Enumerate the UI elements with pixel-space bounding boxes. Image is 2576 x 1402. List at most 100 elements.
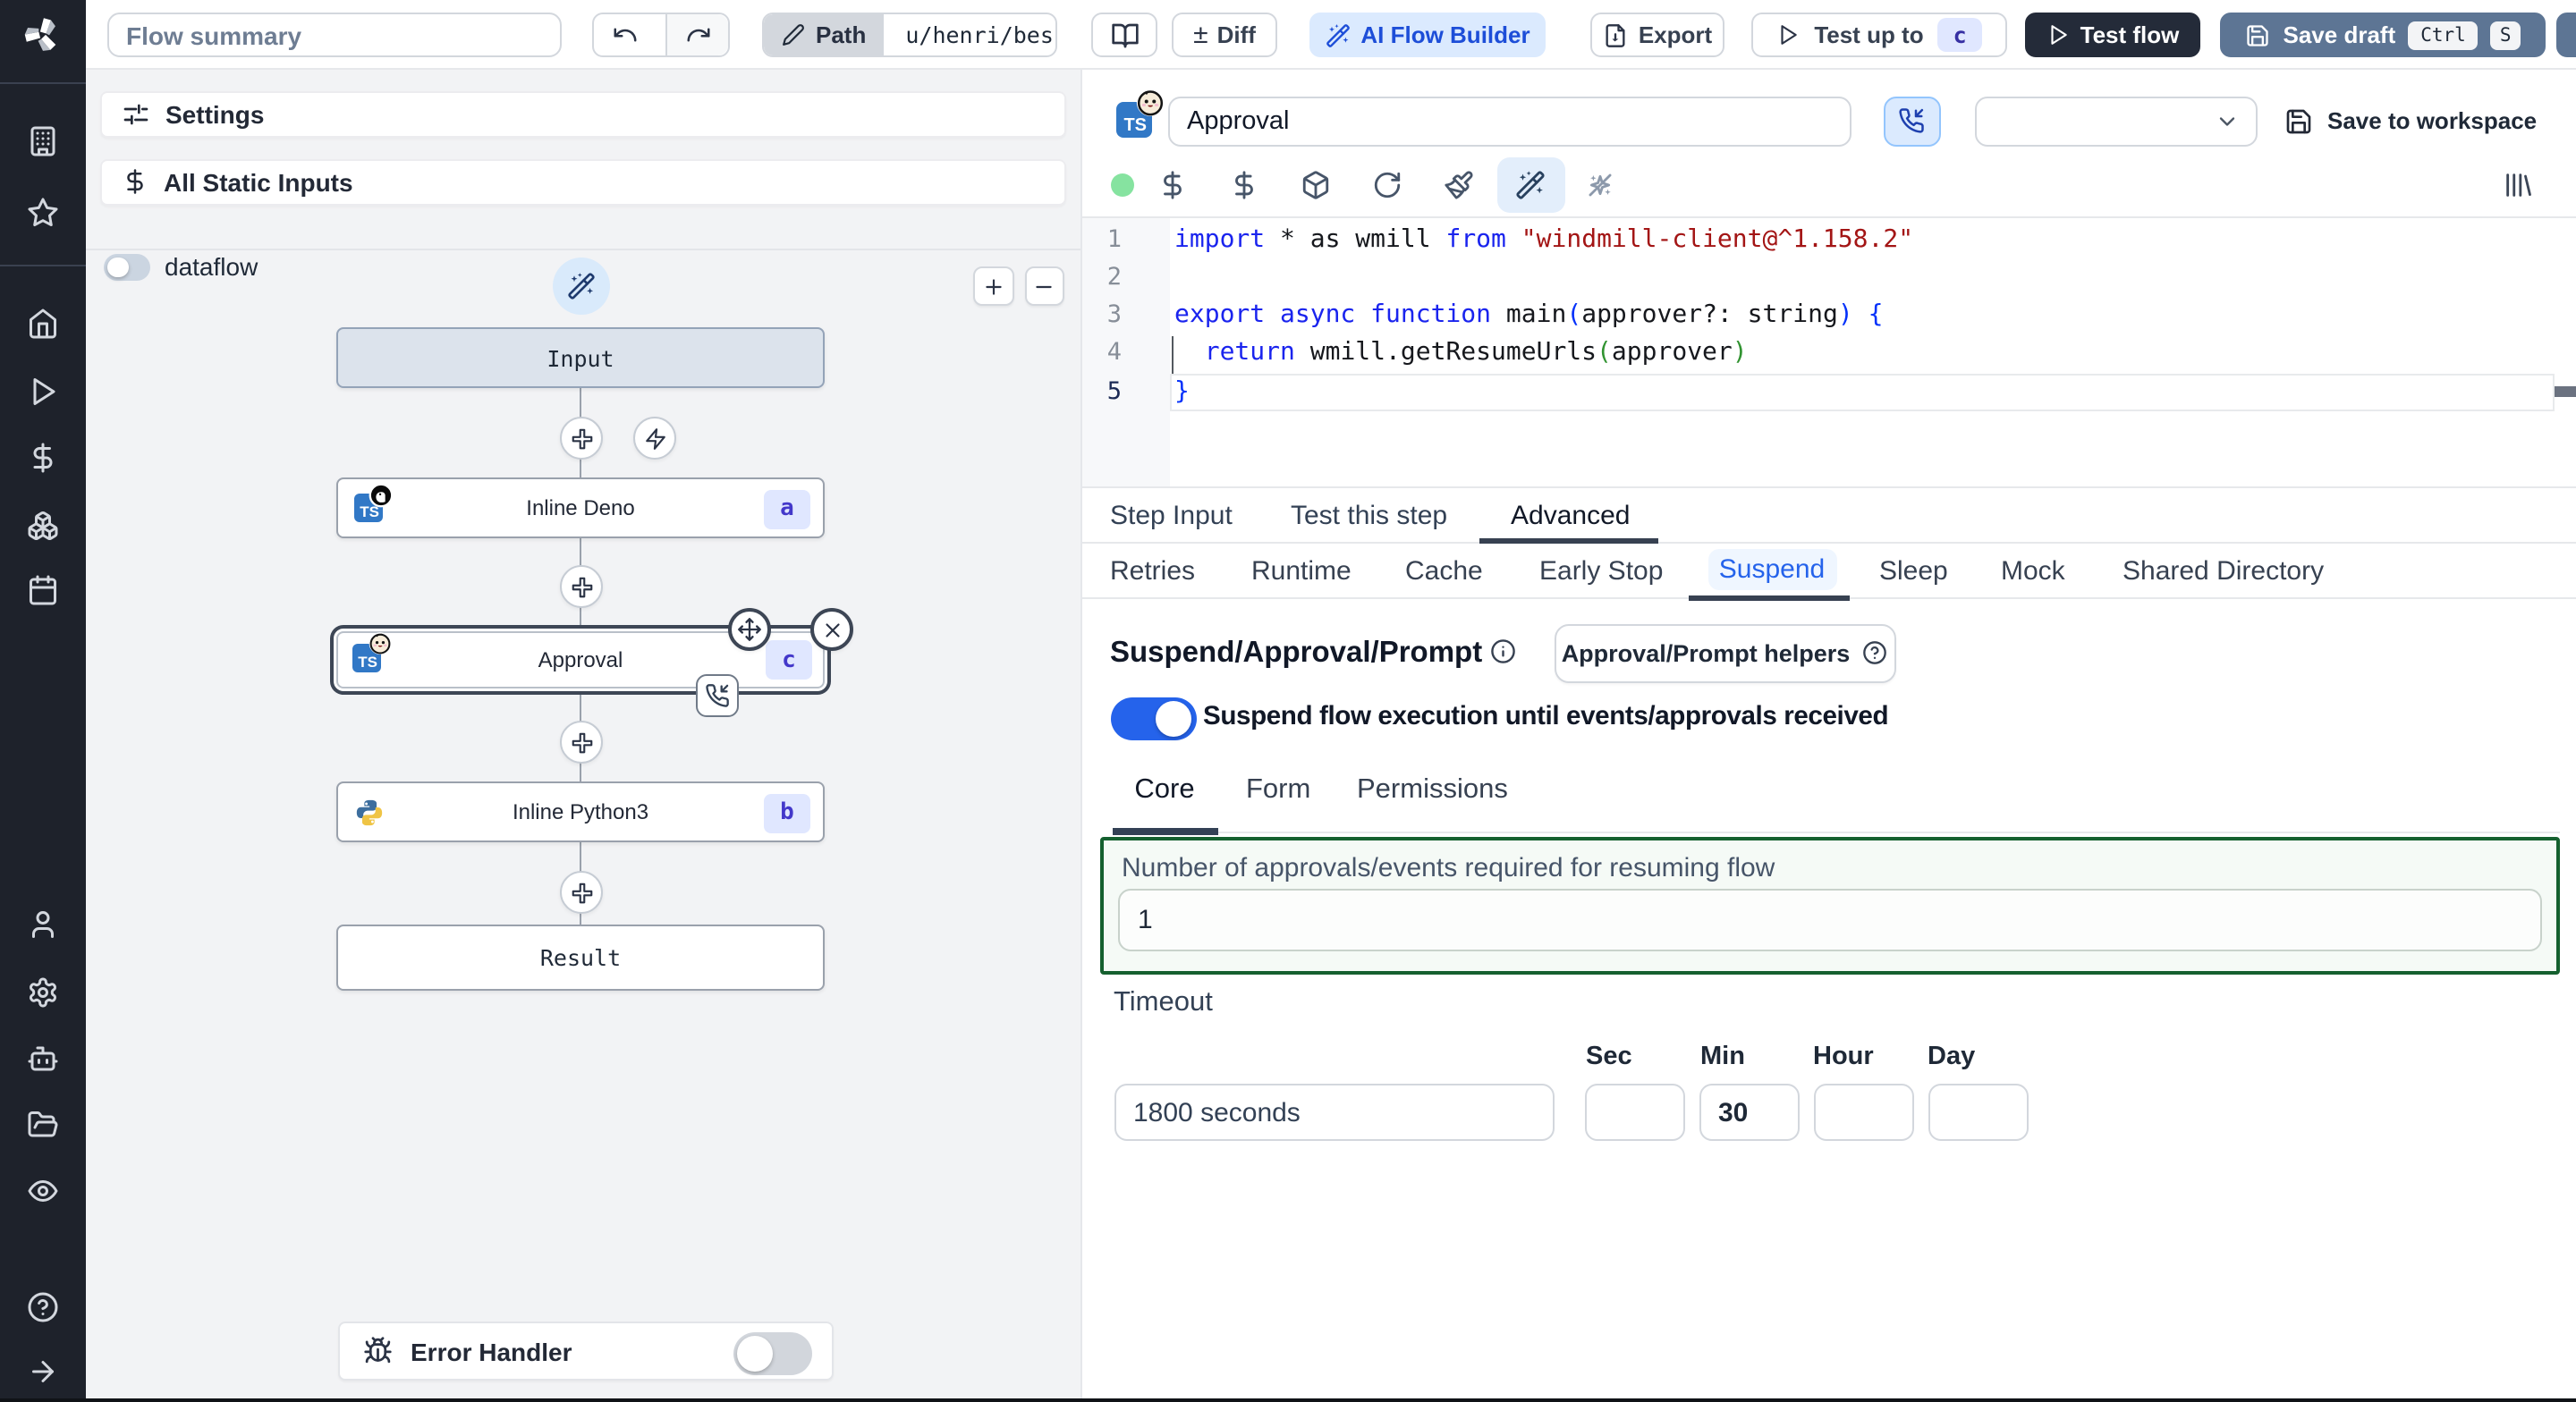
error-handler-label: Error Handler xyxy=(411,1337,572,1365)
line-number: 3 xyxy=(1106,300,1122,329)
tab-mock[interactable]: Mock xyxy=(2001,555,2065,586)
info-icon[interactable] xyxy=(1490,638,1516,664)
sidebar xyxy=(0,0,85,1402)
code-editor[interactable]: 1 2 3 4 5 import * as wmill from "windmi… xyxy=(1082,216,2576,488)
tab-test-this-step[interactable]: Test this step xyxy=(1291,501,1447,531)
kbd-s: S xyxy=(2490,21,2521,49)
flow-input-node[interactable]: Input xyxy=(336,327,825,388)
add-step-button[interactable] xyxy=(560,721,603,764)
approvals-count-input[interactable]: 1 xyxy=(1118,889,2542,950)
tab-suspend-active[interactable]: Suspend xyxy=(1707,549,1836,590)
expand-sidebar-arrow-icon[interactable] xyxy=(26,1356,58,1388)
help-icon[interactable] xyxy=(26,1291,58,1323)
tab-step-input[interactable]: Step Input xyxy=(1110,501,1233,531)
suspend-phone-badge xyxy=(696,674,739,717)
delete-step-button[interactable] xyxy=(810,608,853,651)
add-step-button[interactable] xyxy=(560,565,603,608)
resources-boxes-icon[interactable] xyxy=(26,510,58,542)
tab-early-stop[interactable]: Early Stop xyxy=(1539,555,1663,586)
error-handler-bar[interactable]: Error Handler xyxy=(338,1322,834,1381)
audit-eye-icon[interactable] xyxy=(26,1175,58,1207)
workspace-building-icon[interactable] xyxy=(26,125,58,157)
tab-retries[interactable]: Retries xyxy=(1110,555,1195,586)
step-name-input[interactable]: Approval xyxy=(1167,96,1851,147)
docs-button[interactable] xyxy=(1091,13,1157,57)
favorites-star-icon[interactable] xyxy=(26,197,58,229)
tab-core-active[interactable]: Core xyxy=(1112,774,1217,807)
zoom-out-button[interactable] xyxy=(1025,266,1063,306)
workers-robot-icon[interactable] xyxy=(26,1043,58,1075)
reload-icon[interactable] xyxy=(1372,170,1402,200)
file-export-icon xyxy=(1606,23,1625,46)
step-b-node[interactable]: Inline Python3 b xyxy=(336,781,825,841)
undo-icon xyxy=(613,28,636,42)
sec-input[interactable] xyxy=(1584,1084,1684,1141)
min-input[interactable]: 30 xyxy=(1699,1084,1799,1141)
schedules-calendar-icon[interactable] xyxy=(26,574,58,606)
bug-icon xyxy=(364,1337,392,1364)
format-brush-icon[interactable] xyxy=(1444,170,1474,200)
package-icon[interactable] xyxy=(1301,170,1331,200)
dollar-icon[interactable] xyxy=(1229,170,1259,200)
step-a-node[interactable]: TS Inline Deno a xyxy=(336,477,825,537)
timeout-input[interactable]: 1800 seconds xyxy=(1114,1084,1554,1141)
day-label: Day xyxy=(1928,1043,1976,1071)
undo-button[interactable] xyxy=(594,14,656,55)
test-up-to-button[interactable]: Test up to c xyxy=(1751,13,2007,57)
diff-button[interactable]: ± Diff xyxy=(1172,13,1277,57)
variables-dollar-icon[interactable] xyxy=(26,442,58,474)
save-draft-button[interactable]: Save draft Ctrl S xyxy=(2220,13,2546,57)
ai-assistant-button-active[interactable] xyxy=(1496,157,1564,213)
zoom-in-button[interactable] xyxy=(973,266,1014,306)
tab-runtime[interactable]: Runtime xyxy=(1251,555,1352,586)
flow-summary-input[interactable]: Flow summary xyxy=(106,13,561,57)
sec-label: Sec xyxy=(1586,1043,1632,1071)
path-button[interactable]: Path u/henri/bes xyxy=(762,13,1057,57)
flow-settings-button[interactable]: Settings xyxy=(99,90,1065,138)
suspend-toggle-on[interactable] xyxy=(1110,697,1196,739)
test-flow-button[interactable]: Test flow xyxy=(2025,13,2200,57)
approvals-panel: Number of approvals/events required for … xyxy=(1100,837,2559,975)
add-step-button[interactable] xyxy=(560,871,603,914)
plus-icon xyxy=(571,731,592,753)
error-handler-toggle[interactable] xyxy=(733,1331,812,1374)
move-step-button[interactable] xyxy=(728,608,771,651)
ai-fix-icon[interactable] xyxy=(1585,170,1615,200)
tab-cache[interactable]: Cache xyxy=(1405,555,1483,586)
hour-input[interactable] xyxy=(1813,1084,1913,1141)
flow-result-node[interactable]: Result xyxy=(336,925,825,991)
ai-flow-builder-button[interactable]: AI Flow Builder xyxy=(1309,13,1546,57)
redo-button[interactable] xyxy=(665,14,728,55)
runs-play-icon[interactable] xyxy=(26,376,58,408)
tab-sleep[interactable]: Sleep xyxy=(1879,555,1948,586)
flow-panel: Settings All Static Inputs dataflow Inpu… xyxy=(85,70,1081,1402)
windmill-logo[interactable] xyxy=(21,14,63,55)
user-icon[interactable] xyxy=(26,908,58,941)
library-icon[interactable] xyxy=(2503,170,2533,200)
home-icon[interactable] xyxy=(26,308,58,340)
tab-permissions[interactable]: Permissions xyxy=(1357,774,1508,807)
deploy-button-partial[interactable] xyxy=(2556,13,2576,57)
save-to-workspace-button[interactable]: Save to workspace xyxy=(2284,96,2537,147)
tab-form[interactable]: Form xyxy=(1246,774,1310,807)
graph-ai-builder-button[interactable] xyxy=(552,258,609,315)
book-open-icon xyxy=(1111,22,1138,47)
add-step-button[interactable] xyxy=(560,417,603,460)
ai-flow-builder-label: AI Flow Builder xyxy=(1360,21,1530,48)
export-button[interactable]: Export xyxy=(1590,13,1724,57)
approval-prompt-helpers-button[interactable]: Approval/Prompt helpers xyxy=(1554,624,1895,682)
day-input[interactable] xyxy=(1928,1084,2028,1141)
timeout-label: Timeout xyxy=(1114,987,1213,1018)
approvals-label: Number of approvals/events required for … xyxy=(1122,853,1775,883)
dollar-icon[interactable] xyxy=(1157,170,1188,200)
add-trigger-button[interactable] xyxy=(633,417,676,460)
folders-icon[interactable] xyxy=(26,1109,58,1141)
suspend-phone-button[interactable] xyxy=(1883,96,1940,147)
workspace-script-select[interactable] xyxy=(1974,96,2257,147)
settings-gear-icon[interactable] xyxy=(26,976,58,1009)
all-static-inputs-button[interactable]: All Static Inputs xyxy=(99,158,1065,206)
dataflow-toggle[interactable] xyxy=(104,254,150,281)
tab-shared-directory[interactable]: Shared Directory xyxy=(2123,555,2324,586)
plus-icon xyxy=(571,882,592,903)
tab-advanced-active[interactable]: Advanced xyxy=(1511,501,1630,531)
